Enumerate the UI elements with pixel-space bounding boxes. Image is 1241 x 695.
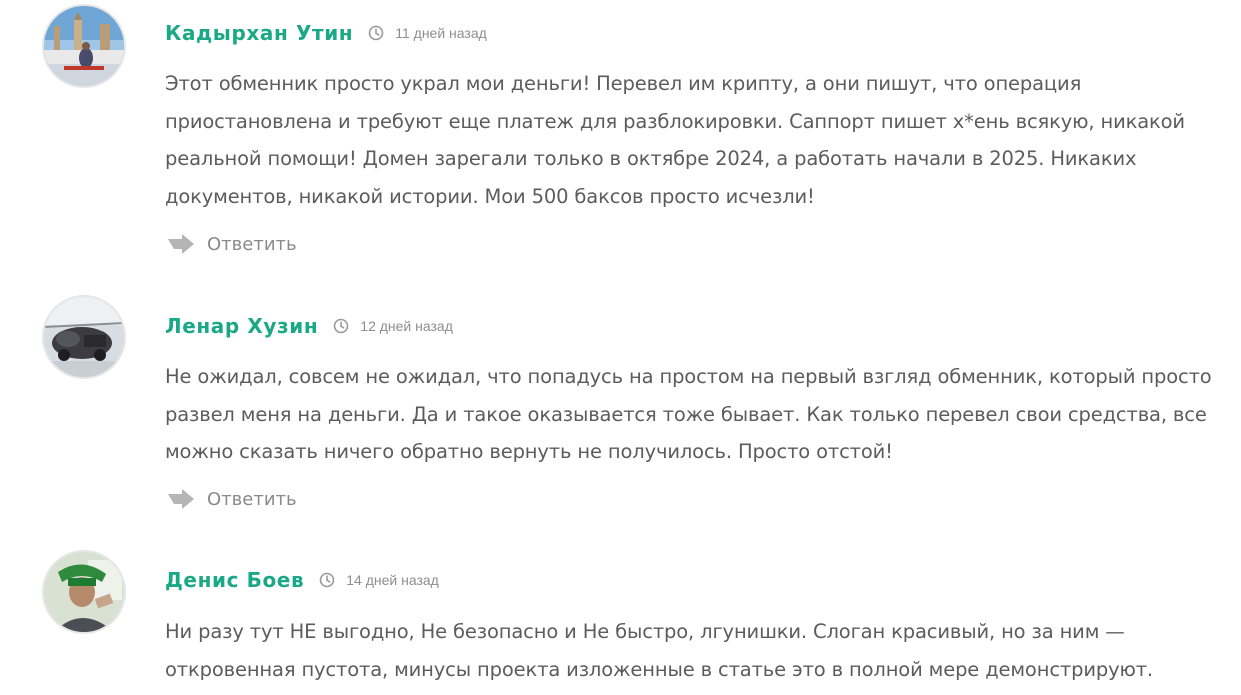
- comment-meta: Денис Боев 14 дней назад: [165, 567, 439, 593]
- avatar[interactable]: [42, 295, 126, 379]
- author-name[interactable]: Ленар Хузин: [165, 314, 318, 338]
- comment-time-label: 11 дней назад: [395, 25, 487, 41]
- reply-button[interactable]: Ответить: [167, 484, 297, 514]
- clock-icon: [319, 572, 335, 588]
- comment-meta: Кадырхан Утин 11 дней назад: [165, 20, 487, 46]
- clock-icon: [333, 318, 349, 334]
- comment-time[interactable]: 14 дней назад: [319, 572, 439, 588]
- reply-button[interactable]: Ответить: [167, 229, 297, 259]
- avatar[interactable]: [42, 4, 126, 88]
- clock-icon: [368, 25, 384, 41]
- comment-time[interactable]: 11 дней назад: [368, 25, 487, 41]
- comment-text: Этот обменник просто украл мои деньги! П…: [165, 72, 1185, 208]
- author-name[interactable]: Денис Боев: [165, 568, 304, 592]
- reply-arrow-icon: [168, 489, 194, 509]
- comment-text: Ни разу тут НЕ выгодно, Не безопасно и Н…: [165, 620, 1153, 681]
- reply-arrow-icon: [168, 234, 194, 254]
- comment-text: Не ожидал, совсем не ожидал, что попадус…: [165, 365, 1212, 463]
- comment-meta: Ленар Хузин 12 дней назад: [165, 313, 453, 339]
- comment-time[interactable]: 12 дней назад: [333, 318, 453, 334]
- author-name[interactable]: Кадырхан Утин: [165, 21, 353, 45]
- avatar[interactable]: [42, 550, 126, 634]
- reply-label: Ответить: [207, 233, 297, 255]
- comment-time-label: 14 дней назад: [346, 572, 439, 588]
- reply-label: Ответить: [207, 488, 297, 510]
- comment-time-label: 12 дней назад: [360, 318, 453, 334]
